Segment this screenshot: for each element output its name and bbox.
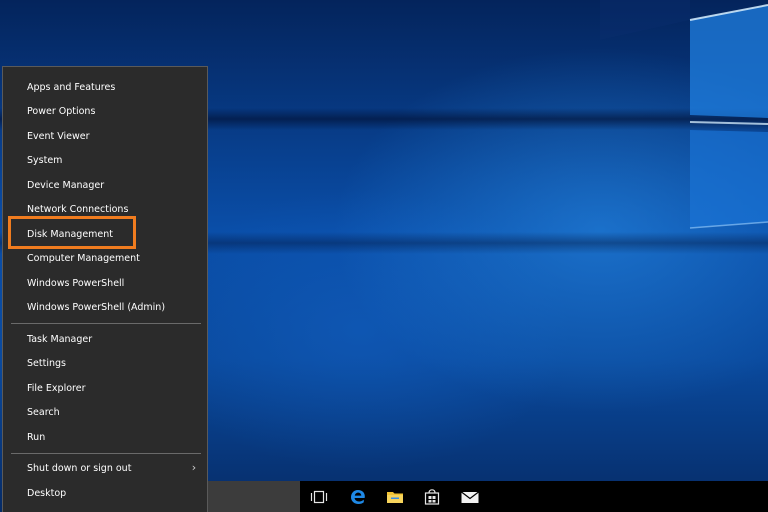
- menu-item-shut-down-or-sign-out[interactable]: Shut down or sign out ›: [3, 456, 207, 480]
- menu-item-computer-management[interactable]: Computer Management: [3, 246, 207, 270]
- store-icon[interactable]: [414, 481, 450, 512]
- menu-item-run[interactable]: Run: [3, 425, 207, 449]
- menu-item-settings[interactable]: Settings: [3, 351, 207, 375]
- menu-item-desktop[interactable]: Desktop: [3, 481, 207, 505]
- menu-item-task-manager[interactable]: Task Manager: [3, 327, 207, 351]
- menu-item-windows-powershell-admin[interactable]: Windows PowerShell (Admin): [3, 295, 207, 319]
- menu-item-event-viewer[interactable]: Event Viewer: [3, 124, 207, 148]
- menu-item-power-options[interactable]: Power Options: [3, 99, 207, 123]
- edge-icon[interactable]: [340, 481, 376, 512]
- menu-item-disk-management[interactable]: Disk Management: [3, 222, 207, 246]
- menu-separator: [11, 323, 201, 324]
- menu-item-search[interactable]: Search: [3, 400, 207, 424]
- menu-item-device-manager[interactable]: Device Manager: [3, 173, 207, 197]
- quick-link-menu: Apps and Features Power Options Event Vi…: [2, 66, 208, 512]
- menu-item-file-explorer[interactable]: File Explorer: [3, 376, 207, 400]
- menu-item-label: Shut down or sign out: [27, 462, 132, 474]
- taskbar-search-area[interactable]: [208, 481, 300, 512]
- menu-item-system[interactable]: System: [3, 148, 207, 172]
- mail-icon[interactable]: [452, 481, 488, 512]
- chevron-right-icon: ›: [191, 461, 197, 474]
- menu-item-network-connections[interactable]: Network Connections: [3, 197, 207, 221]
- task-view-icon[interactable]: [301, 481, 337, 512]
- menu-separator: [11, 453, 201, 454]
- menu-item-windows-powershell[interactable]: Windows PowerShell: [3, 271, 207, 295]
- windows-logo-light: [600, 0, 768, 229]
- file-explorer-icon[interactable]: [377, 481, 413, 512]
- menu-item-apps-and-features[interactable]: Apps and Features: [3, 75, 207, 99]
